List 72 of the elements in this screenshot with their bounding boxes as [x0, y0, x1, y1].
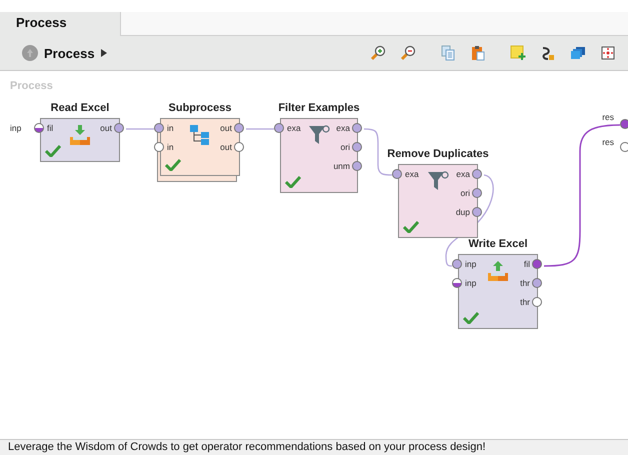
- breadcrumb-label[interactable]: Process: [44, 46, 95, 60]
- up-icon[interactable]: [22, 45, 38, 61]
- port-label: out: [219, 123, 232, 133]
- port-label: thr: [519, 278, 530, 288]
- funnel-icon: [308, 124, 330, 146]
- output-port[interactable]: [620, 119, 628, 129]
- port-label: exa: [405, 169, 419, 179]
- tree-icon: [189, 124, 211, 146]
- port-label: exa: [455, 169, 470, 179]
- paste-icon[interactable]: [470, 45, 486, 61]
- port-label: inp: [465, 259, 476, 269]
- port-label: exa: [287, 123, 301, 133]
- download-tray-icon: [69, 124, 91, 146]
- plug-icon[interactable]: [540, 45, 556, 61]
- port-label: dup: [454, 207, 470, 217]
- operator-box[interactable]: [398, 164, 478, 238]
- operator-box[interactable]: [280, 118, 358, 193]
- port-label: ori: [340, 142, 350, 152]
- output-port[interactable]: [472, 169, 482, 179]
- layers-icon[interactable]: [570, 45, 586, 61]
- input-port[interactable]: [392, 169, 402, 179]
- output-port[interactable]: [352, 142, 362, 152]
- output-port[interactable]: [472, 207, 482, 217]
- port-label: inp: [10, 123, 22, 133]
- output-port[interactable]: [114, 123, 124, 133]
- process-tab[interactable]: Process: [0, 12, 121, 36]
- add-note-icon[interactable]: [510, 45, 526, 61]
- port-label: exa: [335, 123, 350, 133]
- operator-box[interactable]: [458, 254, 538, 329]
- port-label: fil: [522, 259, 530, 269]
- port-label: out: [219, 142, 232, 152]
- input-port[interactable]: [34, 123, 44, 133]
- operator-title: Subprocess: [168, 102, 232, 114]
- port-label: res: [602, 112, 614, 122]
- port-label: res: [602, 137, 614, 147]
- status-bar: Leverage the Wisdom of Crowds to get operator recommendations based on your process design!: [0, 439, 628, 455]
- port-label: out: [99, 123, 112, 133]
- output-port[interactable]: [234, 142, 244, 152]
- port-label: in: [167, 142, 174, 152]
- operator-title: Remove Duplicates: [386, 148, 490, 160]
- fit-icon[interactable]: [600, 45, 616, 61]
- input-port[interactable]: [154, 142, 164, 152]
- port-label: in: [167, 123, 174, 133]
- operator-title: Filter Examples: [277, 102, 361, 114]
- input-port[interactable]: [452, 278, 462, 288]
- output-port[interactable]: [352, 123, 362, 133]
- output-port[interactable]: [472, 188, 482, 198]
- connector-line: [126, 128, 154, 130]
- funnel-icon: [427, 170, 449, 192]
- input-port[interactable]: [452, 259, 462, 269]
- input-port[interactable]: [274, 123, 284, 133]
- connector-line: [246, 128, 274, 130]
- input-port[interactable]: [154, 123, 164, 133]
- output-port[interactable]: [532, 278, 542, 288]
- output-port[interactable]: [532, 297, 542, 307]
- output-port[interactable]: [620, 142, 628, 152]
- operator-title: Read Excel: [50, 102, 110, 114]
- caret-icon[interactable]: [100, 49, 107, 57]
- output-port[interactable]: [234, 123, 244, 133]
- port-label: unm: [332, 161, 350, 171]
- zoom-in-icon[interactable]: [370, 45, 386, 61]
- operator-title: Write Excel: [467, 238, 529, 250]
- operator-box[interactable]: [40, 118, 120, 162]
- output-port[interactable]: [532, 259, 542, 269]
- port-label: fil: [47, 123, 54, 133]
- port-label: inp: [465, 278, 476, 288]
- port-label: ori: [460, 188, 470, 198]
- zoom-out-icon[interactable]: [400, 45, 416, 61]
- output-port[interactable]: [352, 161, 362, 171]
- upload-tray-icon: [487, 260, 509, 282]
- canvas-title: Process: [10, 80, 53, 92]
- port-label: thr: [519, 297, 530, 307]
